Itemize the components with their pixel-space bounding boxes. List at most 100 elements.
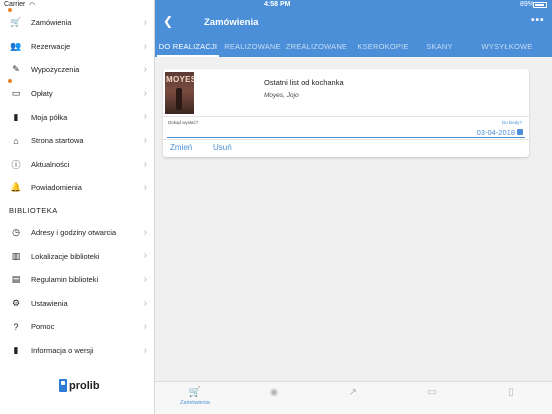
sidebar-item-oplaty[interactable]: ▭ Opłaty › [0,78,155,106]
sidebar-item-label: Rezerwacje [31,41,71,51]
due-date-field[interactable]: 03-04-2018 [477,128,515,137]
sidebar-item-regulamin-biblioteki[interactable]: ▤ Regulamin biblioteki › [0,268,155,292]
divider [163,116,529,117]
clock-icon: ◷ [12,227,20,238]
book-cover-author: MOYES [166,75,194,84]
sidebar-item-label: Zamówienia [31,18,72,28]
chevron-right-icon: › [143,182,147,194]
sidebar-item-label: Aktualności [31,159,70,169]
share-icon: ↗ [348,387,358,398]
chevron-right-icon: › [143,17,147,28]
tab-card[interactable]: ▭ [412,387,452,398]
clock: 4:58 PM [264,1,291,8]
tab-zrealizowane[interactable]: ZREALIZOWANE [284,35,349,57]
wifi-icon: ◠ [29,2,36,9]
bell-icon: 🔔 [10,182,22,193]
chevron-right-icon: › [143,226,147,238]
prolib-logo: prolib [59,379,100,392]
chevron-right-icon: › [143,40,147,52]
edit-icon: ✎ [12,64,20,75]
notification-badge [8,78,12,83]
chevron-right-icon: › [143,158,147,170]
delete-order-button[interactable]: Usuń [213,143,232,152]
chevron-right-icon: › [143,273,147,285]
sidebar-item-label: Regulamin biblioteki [31,275,99,285]
file-icon: ▮ [13,345,19,356]
chevron-right-icon: › [143,87,147,99]
chevron-right-icon: › [143,64,147,76]
sidebar-item-moja-polka[interactable]: ▮ Moja półka › [0,105,155,129]
document-icon: ▤ [11,274,21,285]
sidebar-item-aktualnosci[interactable]: ⓘ Aktualności › [0,153,155,177]
main-panel: ❮ Zamówienia ••• DO REALIZACJI REALIZOWAN… [155,0,552,414]
sidebar-item-strona-startowa[interactable]: ⌂ Strona startowa › [0,129,155,153]
tab-share[interactable]: ↗ [333,387,373,398]
sidebar-item-rezerwacje[interactable]: 👥 Rezerwacje › [0,35,155,59]
bottom-tab-label: Zamówienia [180,400,210,406]
map-icon: ▥ [11,250,21,261]
book-title: Ostatni list od kochanka [264,78,344,87]
gear-icon: ⚙ [11,297,21,308]
bookmark-icon: ▮ [13,111,19,122]
tab-skany[interactable]: SKANY [417,35,462,57]
sidebar-item-label: Opłaty [31,89,53,99]
sidebar-item-label: Strona startowa [31,136,84,146]
book-cover: MOYES [165,72,194,114]
cart-icon: 🛒 [10,17,22,28]
chevron-right-icon: › [143,111,147,123]
chevron-right-icon: › [143,134,147,146]
sidebar-item-lokalizacje-biblioteki[interactable]: ▥ Lokalizacje biblioteki › [0,244,155,268]
sidebar-item-label: Powiadomienia [31,183,82,193]
tab-do-realizacji[interactable]: DO REALIZACJI [155,35,221,57]
sidebar-menu: 🛒 Zamówienia › 👥 Rezerwacje › ✎ Wypożyczenia › ▭ O… [0,8,155,363]
sidebar-item-powiadomienia[interactable]: 🔔 Powiadomienia › [0,176,155,200]
book-author: Moyes, Jojo [264,92,299,99]
sidebar-item-label: Moja półka [31,112,68,122]
page-title: Zamówienia [204,17,259,28]
delivery-location-field[interactable]: Dokąd wysłać? [168,120,198,125]
carrier-label: Carrier [4,1,26,8]
bookmark-icon: ▯ [508,387,514,398]
sidebar-item-label: Informacja o wersji [31,346,94,356]
sidebar-item-ustawienia[interactable]: ⚙ Ustawienia › [0,292,155,316]
due-date-label: Do kiedy? [501,120,522,125]
sidebar-item-zamowienia[interactable]: 🛒 Zamówienia › [0,8,155,35]
sidebar-item-adresy-i-godziny-otwarcia[interactable]: ◷ Adresy i godziny otwarcia › [0,221,155,245]
home-icon: ⌂ [13,135,19,146]
tab-orders[interactable]: 🛒 Zamówienia [175,387,215,406]
eye-icon: ◉ [269,387,279,398]
cart-icon: 🛒 [188,387,202,398]
chevron-right-icon: › [143,250,147,262]
sidebar-item-pomoc[interactable]: ? Pomoc › [0,315,155,339]
chevron-right-icon: › [143,321,147,333]
bottom-tab-bar: 🛒 Zamówienia ◉ ↗ ▭ ▯ [155,381,552,414]
order-status-tabs: DO REALIZACJI REALIZOWANE ZREALIZOWANE KSER… [155,35,552,57]
battery-percentage: 89% [520,1,535,8]
sidebar-item-label: Ustawienia [31,298,68,308]
section-title-library: BIBLIOTEKA [9,205,58,215]
info-icon: ⓘ [11,159,21,170]
help-icon: ? [13,321,19,332]
calendar-icon[interactable] [517,129,523,135]
sidebar-item-wypozyczenia[interactable]: ✎ Wypożyczenia › [0,58,155,82]
chevron-right-icon: › [143,344,147,356]
sidebar-item-informacja-o-wersji[interactable]: ▮ Informacja o wersji › [0,339,155,363]
sidebar: 🛒 Zamówienia › 👥 Rezerwacje › ✎ Wypożyczenia › ▭ O… [0,0,155,414]
sidebar-item-label: Lokalizacje biblioteki [31,251,100,261]
field-underline [167,137,525,138]
sidebar-item-label: Adresy i godziny otwarcia [31,228,117,238]
card-icon: ▭ [11,88,21,99]
back-button[interactable]: ❮ [163,14,173,28]
tab-wysylkowe[interactable]: WYSYŁKOWE [462,35,552,57]
battery-icon [533,2,547,8]
more-options-icon[interactable]: ••• [531,15,545,26]
tab-kserokopie[interactable]: KSEROKOPIE [349,35,417,57]
tab-realizowane[interactable]: REALIZOWANE [221,35,284,57]
sidebar-item-label: Pomoc [31,322,55,332]
sidebar-item-label: Wypożyczenia [31,65,80,75]
tab-bookmark[interactable]: ▯ [491,387,531,398]
tab-reservations[interactable]: ◉ [254,387,294,398]
status-bar: Carrier ◠ 4:58 PM 89% [0,0,552,11]
edit-order-button[interactable]: Zmień [170,143,192,152]
chevron-right-icon: › [143,297,147,309]
